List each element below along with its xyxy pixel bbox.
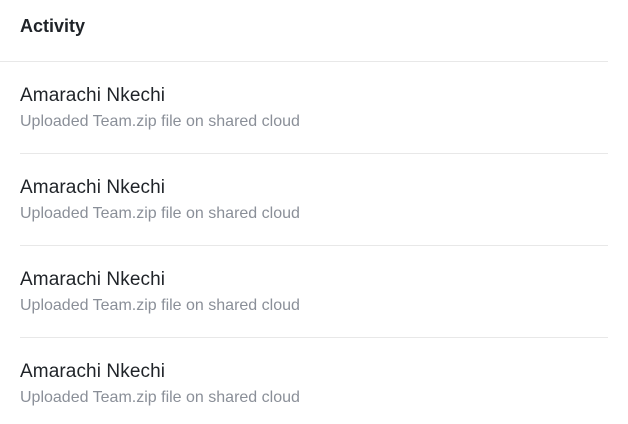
activity-user-name: Amarachi Nkechi [20,177,166,198]
activity-list: Amarachi Nkechi Uploaded Team.zip file o… [0,62,628,424]
activity-item[interactable]: Amarachi Nkechi Uploaded Team.zip file o… [20,338,608,424]
activity-description: Uploaded Team.zip file on shared cloud [20,389,300,406]
activity-item[interactable]: Amarachi Nkechi Uploaded Team.zip file o… [20,62,608,154]
activity-item[interactable]: Amarachi Nkechi Uploaded Team.zip file o… [20,246,608,338]
activity-description: Uploaded Team.zip file on shared cloud [20,297,300,314]
activity-user-name: Amarachi Nkechi [20,269,166,290]
activity-user-name: Amarachi Nkechi [20,85,166,106]
activity-user-name: Amarachi Nkechi [20,361,166,382]
activity-panel: Activity Amarachi Nkechi Uploaded Team.z… [0,0,628,424]
activity-header: Activity [0,0,608,62]
activity-title: Activity [20,16,86,36]
activity-description: Uploaded Team.zip file on shared cloud [20,113,300,130]
activity-description: Uploaded Team.zip file on shared cloud [20,205,300,222]
activity-item[interactable]: Amarachi Nkechi Uploaded Team.zip file o… [20,154,608,246]
